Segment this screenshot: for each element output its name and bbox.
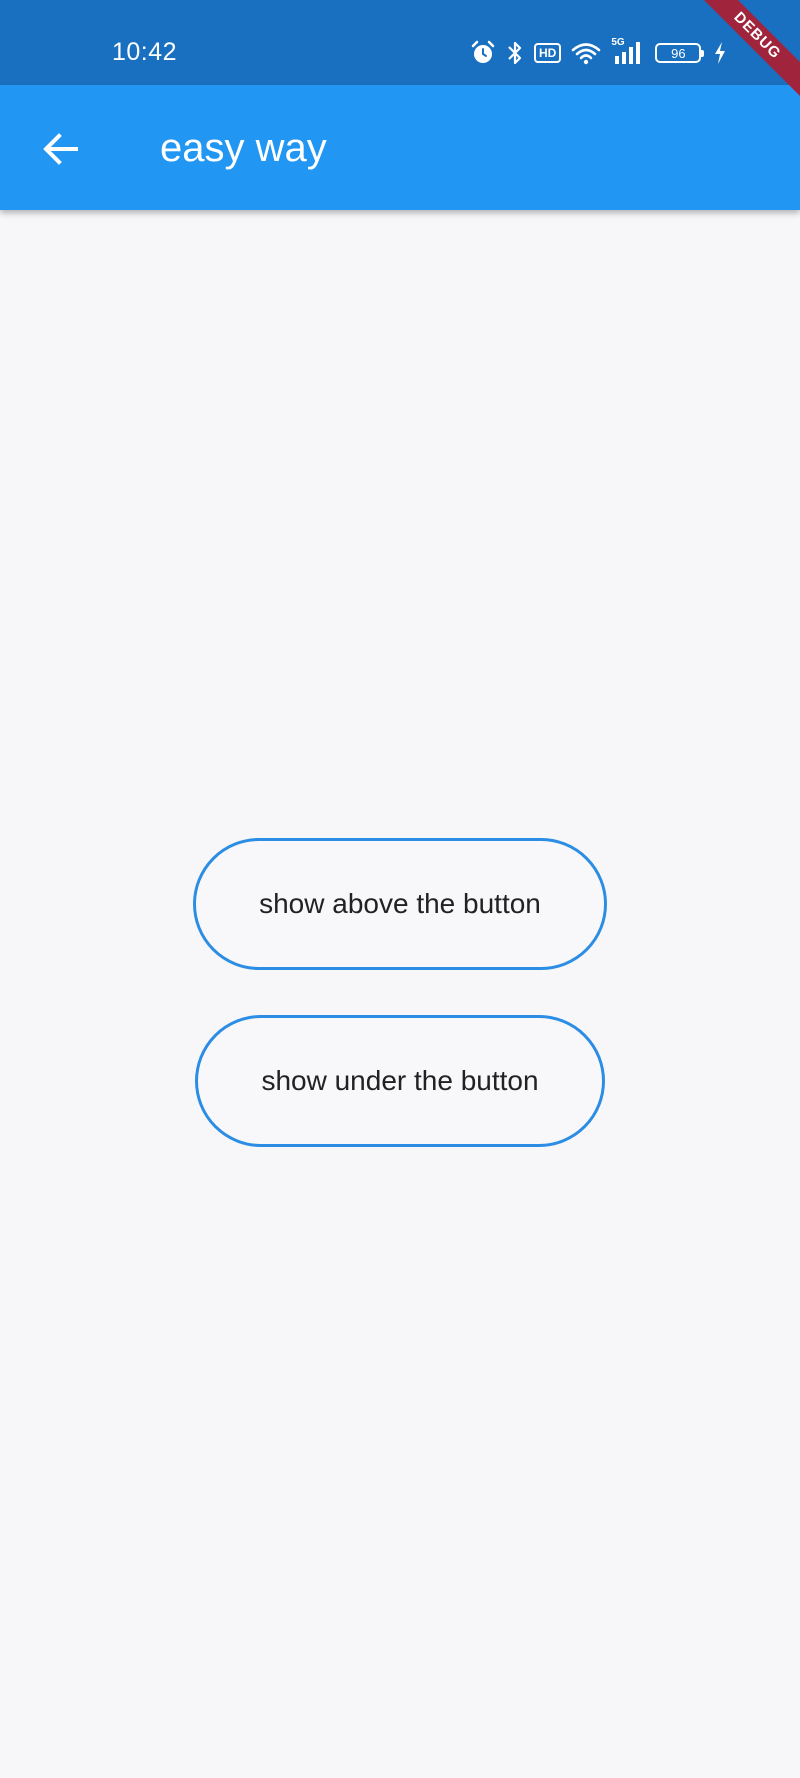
wifi-icon <box>571 41 601 65</box>
page-title: easy way <box>160 126 327 170</box>
show-above-button-label: show above the button <box>259 888 541 919</box>
hd-icon: HD <box>534 43 562 63</box>
status-icons: HD 5G 96 <box>470 37 737 67</box>
show-under-button-label: show under the button <box>261 1065 539 1096</box>
status-bar: 10:42 HD 5G 96 <box>0 0 800 85</box>
arrow-back-icon <box>43 133 78 165</box>
5g-signal-icon: 5G <box>611 37 645 66</box>
app-bar: easy way <box>0 85 800 210</box>
show-under-button[interactable]: show under the button <box>195 1015 605 1147</box>
charging-icon <box>713 41 727 65</box>
battery-level: 96 <box>671 45 686 61</box>
battery-icon: 96 <box>655 43 705 63</box>
back-button[interactable] <box>32 121 88 177</box>
status-time: 10:42 <box>112 38 178 66</box>
show-above-button[interactable]: show above the button <box>193 838 607 970</box>
network-type-label: 5G <box>611 37 625 48</box>
bluetooth-icon <box>506 40 524 66</box>
alarm-icon <box>470 40 496 66</box>
